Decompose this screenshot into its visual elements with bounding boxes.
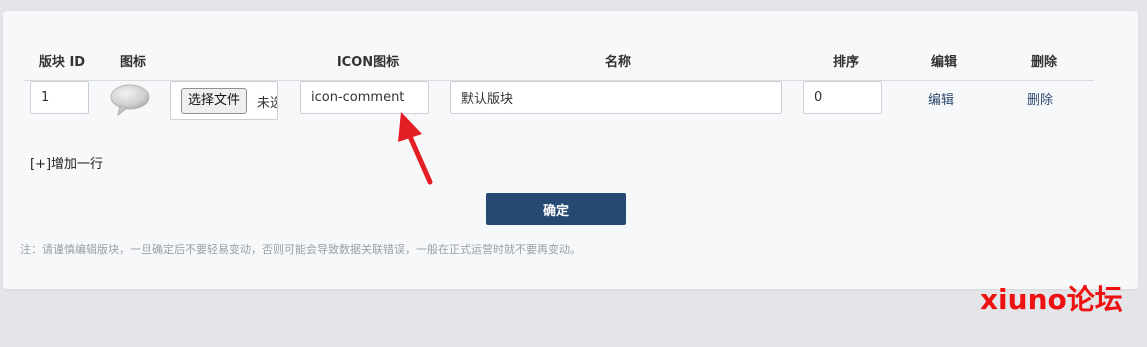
header-icon-class: ICON图标 (336, 55, 400, 70)
file-status-text: 未选 (257, 96, 277, 111)
watermark: xiuno论坛 (980, 283, 1123, 316)
delete-link[interactable]: 删除 (1027, 89, 1053, 108)
choose-file-button[interactable]: 选择文件 (181, 88, 248, 114)
edit-link[interactable]: 编辑 (928, 89, 954, 108)
comment-bubble-icon (110, 84, 150, 117)
add-row-link[interactable]: [+]增加一行 (30, 153, 103, 172)
order-input[interactable] (803, 81, 882, 114)
header-name: 名称 (604, 55, 631, 70)
confirm-button[interactable]: 确定 (486, 193, 626, 225)
warning-note: 注：请谨慎编辑版块，一旦确定后不要轻易变动，否则可能会导致数据关联错误，一般在正… (20, 243, 581, 256)
header-edit: 编辑 (930, 55, 957, 70)
forum-name-input[interactable] (450, 81, 782, 114)
forum-id-input[interactable] (30, 81, 89, 114)
header-order: 排序 (832, 55, 859, 70)
header-icon: 图标 (119, 55, 146, 70)
file-upload: 选择文件 未选 (170, 81, 278, 120)
header-delete: 删除 (1030, 55, 1057, 70)
header-forum-id: 版块 ID (38, 55, 86, 70)
annotation-arrow-icon (398, 112, 433, 185)
